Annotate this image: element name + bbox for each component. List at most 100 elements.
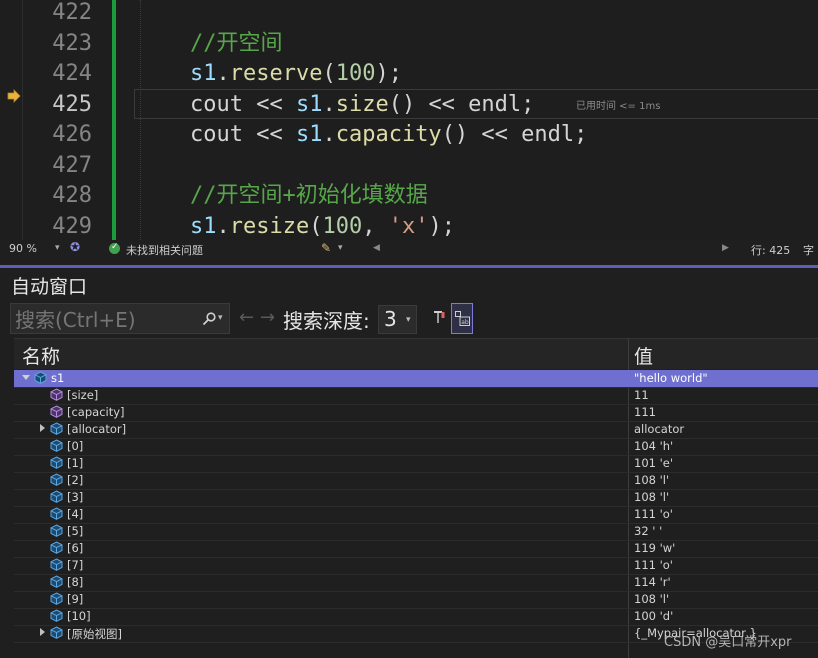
code-token: s1 [190,61,217,86]
search-icon[interactable] [202,312,216,326]
code-line[interactable]: cout << s1.capacity() << endl; [190,120,587,150]
cube-icon [34,371,47,384]
cleanup-dropdown-icon[interactable]: ▾ [338,243,343,253]
variable-value[interactable]: 104 'h' [634,439,673,453]
variable-value[interactable]: 108 'l' [634,490,669,504]
gutter-divider [22,0,23,240]
search-depth-label: 搜索深度: [283,309,370,333]
variable-value[interactable]: 101 'e' [634,456,673,470]
code-line[interactable]: //开空间 [190,29,283,59]
line-position[interactable]: 行: 425 [751,242,790,258]
variable-value[interactable]: 111 'o' [634,558,673,572]
autos-row[interactable]: s1 "hello world" [14,370,818,388]
autos-row[interactable]: [9] 108 'l' [14,591,818,609]
check-mark-icon: ✓ [111,242,119,252]
variable-name: [10] [67,609,91,623]
scroll-left-icon[interactable]: ◀ [373,243,380,253]
code-editor[interactable]: 422 423 424 425 426 427 428 429 //开空间 s1.reserve… [0,0,818,240]
variable-name: [5] [67,524,84,538]
scroll-right-icon[interactable]: ▶ [722,243,729,253]
code-token: s1 [190,213,217,239]
cube-icon [50,626,63,639]
variable-name: [1] [67,456,84,470]
perf-tip[interactable]: 已用时间 <= 1ms [576,97,660,112]
search-depth-select[interactable]: 3 ▾ [378,305,417,334]
hex-display-icon: ab [455,311,470,326]
expand-closed-icon[interactable] [40,424,45,432]
execution-pointer-icon [7,89,21,103]
code-token: . [216,61,230,86]
variable-value[interactable]: 108 'l' [634,592,669,606]
autos-row[interactable]: [0] 104 'h' [14,438,818,456]
zoom-dropdown-icon[interactable]: ▾ [55,243,60,253]
chevron-down-icon: ▾ [406,315,411,325]
search-forward-icon[interactable]: → [260,307,275,328]
code-line[interactable]: //开空间+初始化填数据 [190,181,428,211]
variable-value[interactable]: allocator [634,422,684,436]
autos-row[interactable]: [size] 11 [14,387,818,405]
cube-icon [50,507,63,520]
cleanup-brush-icon[interactable]: ✎ [321,241,331,255]
code-token: reserve [229,61,323,86]
autos-grid-header: 名称 值 [14,338,818,369]
autos-row[interactable]: [capacity] 111 [14,404,818,422]
zoom-level[interactable]: 90 % [9,242,37,255]
glyph-margin[interactable] [0,0,22,240]
line-number: 422 [52,0,92,25]
variable-name: [allocator] [67,422,127,436]
change-tracking-bar [112,0,116,240]
autos-row[interactable]: [5] 32 ' ' [14,523,818,541]
column-header-value[interactable]: 值 [634,342,653,369]
autos-row[interactable]: [3] 108 'l' [14,489,818,507]
autos-row[interactable]: [2] 108 'l' [14,472,818,490]
code-line[interactable]: s1.resize(100, 'x'); [190,212,455,241]
variable-value[interactable]: "hello world" [634,371,708,385]
pane-separator[interactable] [0,265,818,268]
variable-value[interactable]: 119 'w' [634,541,675,555]
autos-row[interactable]: [allocator] allocator [14,421,818,439]
cube-icon [50,592,63,605]
issues-status[interactable]: 未找到相关问题 [126,242,203,258]
autos-row[interactable]: [10] 100 'd' [14,608,818,626]
code-token: 'x' [388,213,429,239]
code-token: () << endl; [441,122,588,147]
search-options-dropdown-icon[interactable]: ▾ [218,313,223,323]
code-line[interactable]: s1.reserve(100); [190,59,402,89]
expand-closed-icon[interactable] [40,628,45,636]
autos-row[interactable]: [7] 111 'o' [14,557,818,575]
variable-name: [9] [67,592,84,606]
autos-row[interactable]: [6] 119 'w' [14,540,818,558]
column-header-name[interactable]: 名称 [22,342,60,369]
variable-value[interactable]: 111 [634,405,656,419]
pin-icon[interactable] [432,309,448,327]
line-number: 423 [52,30,92,56]
expand-open-icon[interactable] [22,375,30,380]
cube-icon [50,490,63,503]
column-position[interactable]: 字 [803,242,814,258]
cube-icon [50,422,63,435]
search-back-icon[interactable]: ← [239,307,254,328]
watermark: CSDN @吴口常开xpr [664,635,792,650]
code-line[interactable]: cout << s1.size() << endl; [190,90,534,120]
autos-row[interactable]: [4] 111 'o' [14,506,818,524]
cube-icon [50,456,63,469]
variable-value[interactable]: 111 'o' [634,507,673,521]
autos-row[interactable]: [8] 114 'r' [14,574,818,592]
code-token: ( [309,213,323,239]
variable-value[interactable]: 114 'r' [634,575,671,589]
intellicode-icon[interactable]: ✪ [70,240,80,254]
line-number: 426 [52,122,92,147]
autos-search-box[interactable]: ▾ [10,303,230,335]
search-input[interactable] [11,304,202,335]
code-token: 100 [322,213,363,239]
variable-value[interactable]: 32 ' ' [634,524,662,538]
cube-icon [50,388,63,401]
variable-name: [3] [67,490,84,504]
variable-value[interactable]: 11 [634,388,649,402]
autos-row[interactable]: [1] 101 'e' [14,455,818,473]
variable-value[interactable]: 100 'd' [634,609,673,623]
variable-name: [8] [67,575,84,589]
variable-name: [6] [67,541,84,555]
hex-display-toggle[interactable]: ab [451,303,473,334]
variable-value[interactable]: 108 'l' [634,473,669,487]
